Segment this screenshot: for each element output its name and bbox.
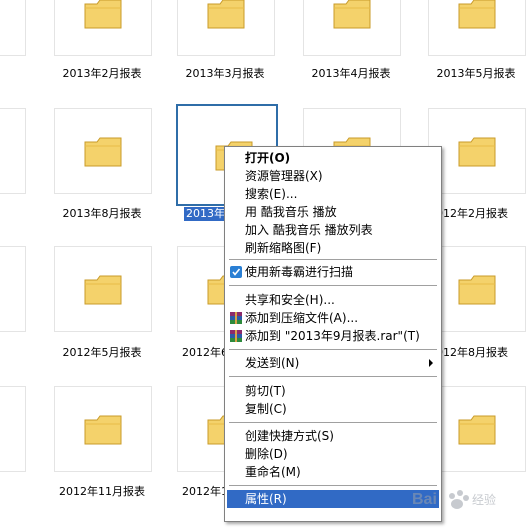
folder-icon: [207, 0, 245, 29]
menu-item-label: 删除(D): [245, 447, 288, 461]
folder-label[interactable]: 2013年2月报表: [32, 67, 172, 81]
folder-icon: [84, 137, 122, 167]
context-menu: 打开(O) 资源管理器(X) 搜索(E)... 用 酷我音乐 播放 加入 酷我音…: [224, 146, 442, 522]
svg-text:经验: 经验: [472, 492, 496, 507]
menu-item-label: 发送到(N): [245, 356, 300, 370]
folder-tile[interactable]: [428, 386, 526, 472]
menu-item-label: 共享和安全(H)...: [245, 293, 335, 307]
folder-tile[interactable]: [428, 108, 526, 194]
folder-label[interactable]: 2013年3月报表: [155, 67, 295, 81]
menu-item-delete[interactable]: 删除(D): [227, 445, 439, 463]
menu-item-label: 重命名(M): [245, 465, 301, 479]
menu-separator: [229, 485, 437, 487]
menu-item-antivirus-scan[interactable]: 使用新毒霸进行扫描: [227, 263, 439, 281]
menu-item-label: 使用新毒霸进行扫描: [245, 265, 354, 279]
folder-label[interactable]: 2012年11月报表: [32, 485, 172, 499]
menu-separator: [229, 349, 437, 351]
baidu-jingyan-watermark: Bai 经验: [412, 490, 496, 509]
folder-tile[interactable]: [54, 386, 152, 472]
menu-item-open[interactable]: 打开(O): [227, 149, 439, 167]
folder-tile[interactable]: [54, 0, 152, 56]
menu-item-label: 剪切(T): [245, 384, 286, 398]
folder-icon: [458, 0, 496, 29]
submenu-arrow-icon: [429, 359, 433, 367]
folder-tile[interactable]: [0, 386, 26, 472]
folder-label[interactable]: 2012年6: [182, 346, 228, 360]
folder-tile[interactable]: [0, 246, 26, 332]
folder-icon: [84, 415, 122, 445]
folder-tile[interactable]: [303, 0, 401, 56]
menu-item-play-kuwo[interactable]: 用 酷我音乐 播放: [227, 203, 439, 221]
menu-item-create-shortcut[interactable]: 创建快捷方式(S): [227, 427, 439, 445]
menu-item-explorer[interactable]: 资源管理器(X): [227, 167, 439, 185]
folder-tile[interactable]: [428, 246, 526, 332]
menu-item-search[interactable]: 搜索(E)...: [227, 185, 439, 203]
folder-label[interactable]: 012年8月报表: [436, 346, 530, 360]
winrar-archive-icon: [230, 330, 242, 342]
folder-tile[interactable]: [0, 0, 26, 56]
menu-item-add-to-archive[interactable]: 添加到压缩文件(A)...: [227, 309, 439, 327]
menu-item-send-to[interactable]: 发送到(N): [227, 354, 439, 372]
folder-icon: [84, 275, 122, 305]
menu-item-label: 用 酷我音乐 播放: [245, 205, 337, 219]
folder-icon: [458, 415, 496, 445]
menu-item-refresh-thumbnail[interactable]: 刷新缩略图(F): [227, 239, 439, 257]
menu-item-label: 复制(C): [245, 402, 287, 416]
folder-label[interactable]: 2013年5月报表: [406, 67, 530, 81]
menu-separator: [229, 285, 437, 287]
menu-item-add-kuwo-playlist[interactable]: 加入 酷我音乐 播放列表: [227, 221, 439, 239]
menu-item-copy[interactable]: 复制(C): [227, 400, 439, 418]
folder-tile[interactable]: [0, 108, 26, 194]
menu-separator: [229, 259, 437, 261]
menu-item-label: 添加到 "2013年9月报表.rar"(T): [245, 329, 420, 343]
antivirus-shield-icon: [230, 266, 242, 278]
folder-icon: [333, 0, 371, 29]
menu-item-cut[interactable]: 剪切(T): [227, 382, 439, 400]
folder-icon: [458, 275, 496, 305]
menu-item-label: 创建快捷方式(S): [245, 429, 334, 443]
menu-item-label: 搜索(E)...: [245, 187, 298, 201]
explorer-thumbnail-view: 报表 2013年2月报表 2013年3月报表 2013年4月报表 2013年5月…: [0, 0, 530, 532]
menu-separator: [229, 422, 437, 424]
folder-label[interactable]: 012年2月报表: [436, 207, 530, 221]
svg-text:Bai: Bai: [412, 491, 437, 508]
menu-item-label: 资源管理器(X): [245, 169, 323, 183]
folder-label[interactable]: 2012年1: [182, 485, 228, 499]
folder-tile[interactable]: [177, 0, 275, 56]
menu-item-label: 刷新缩略图(F): [245, 241, 322, 255]
folder-label[interactable]: 2013年4月报表: [281, 67, 421, 81]
folder-tile[interactable]: [54, 108, 152, 194]
menu-item-label: 打开(O): [245, 151, 291, 165]
folder-icon: [458, 137, 496, 167]
menu-item-sharing-security[interactable]: 共享和安全(H)...: [227, 291, 439, 309]
menu-separator: [229, 376, 437, 378]
menu-item-add-to-rar[interactable]: 添加到 "2013年9月报表.rar"(T): [227, 327, 439, 345]
folder-label[interactable]: 2012年5月报表: [32, 346, 172, 360]
menu-item-label: 属性(R): [245, 492, 287, 506]
folder-tile[interactable]: [428, 0, 526, 56]
folder-label[interactable]: 2013年8月报表: [32, 207, 172, 221]
folder-icon: [84, 0, 122, 29]
menu-item-properties[interactable]: 属性(R): [227, 490, 439, 508]
menu-item-label: 添加到压缩文件(A)...: [245, 311, 359, 325]
folder-tile[interactable]: [54, 246, 152, 332]
winrar-archive-icon: [230, 312, 242, 324]
menu-item-label: 加入 酷我音乐 播放列表: [245, 223, 373, 237]
menu-item-rename[interactable]: 重命名(M): [227, 463, 439, 481]
